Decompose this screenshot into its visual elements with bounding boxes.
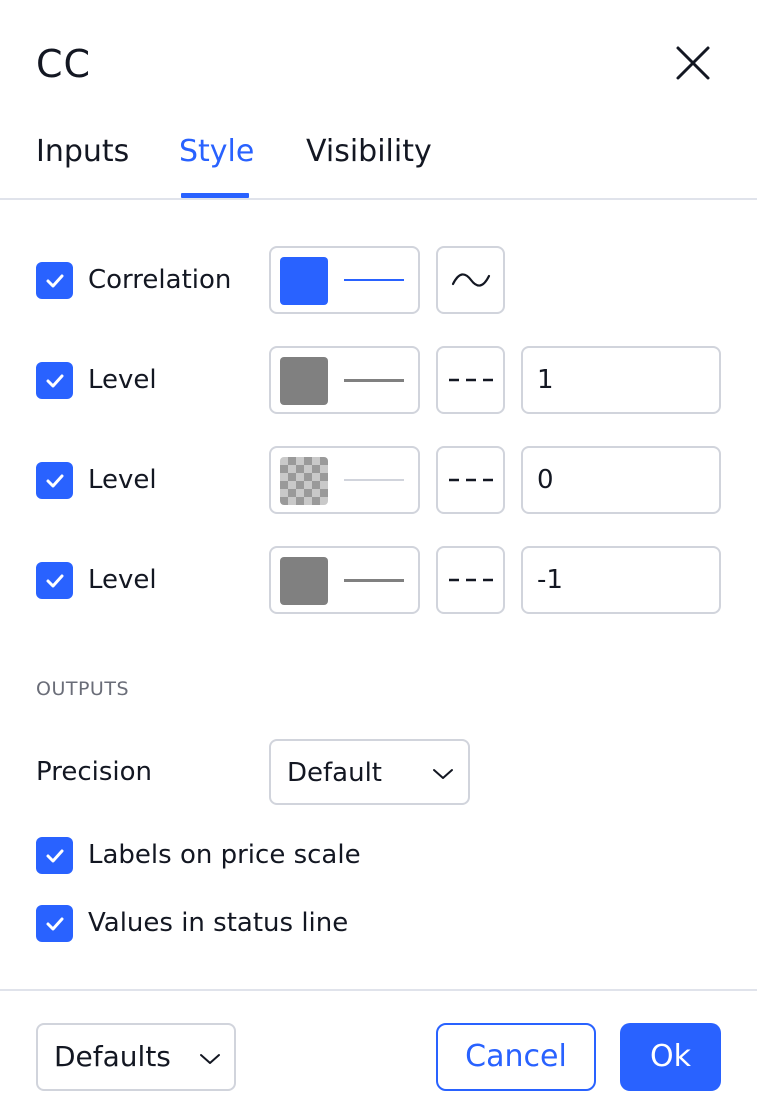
line-wave-icon [451, 273, 490, 287]
checkmark-icon [46, 374, 63, 387]
correlation-color-picker[interactable] [269, 246, 420, 314]
dashed-line-icon [448, 578, 493, 582]
level-1-color-picker[interactable] [269, 346, 420, 414]
values-in-status-line-row: Values in status line [0, 890, 757, 958]
close-icon[interactable] [672, 42, 714, 84]
level-3-label: Level [88, 565, 157, 595]
level-2-checkbox[interactable] [36, 462, 73, 499]
line-sample [344, 579, 404, 582]
plot-type-button[interactable] [436, 246, 505, 314]
ok-button[interactable]: Ok [620, 1023, 721, 1091]
checkmark-icon [46, 849, 63, 862]
precision-select[interactable]: Default [269, 739, 470, 805]
level-1-checkbox[interactable] [36, 362, 73, 399]
correlation-label: Correlation [88, 265, 232, 295]
dashed-line-icon [448, 378, 493, 382]
correlation-checkbox[interactable] [36, 262, 73, 299]
tab-style[interactable]: Style [179, 132, 254, 172]
chevron-down-icon [433, 769, 453, 779]
chevron-down-icon [200, 1054, 220, 1064]
defaults-label: Defaults [54, 1040, 171, 1073]
values-in-status-line-checkbox[interactable] [36, 905, 73, 942]
level-1-value-input[interactable]: 1 [521, 346, 721, 414]
level-3-value-input[interactable]: -1 [521, 546, 721, 614]
level-3-color-picker[interactable] [269, 546, 420, 614]
values-in-status-line-label: Values in status line [88, 908, 349, 938]
dashed-line-icon [448, 478, 493, 482]
outputs-section-title: OUTPUTS [36, 678, 129, 700]
transparent-swatch-icon [280, 457, 328, 505]
line-style-button[interactable] [436, 546, 505, 614]
precision-value: Default [287, 758, 382, 788]
checkmark-icon [46, 274, 63, 287]
color-swatch [280, 357, 328, 405]
color-swatch [280, 557, 328, 605]
tab-inputs[interactable]: Inputs [36, 132, 129, 172]
footer-divider [0, 989, 757, 991]
level-2-label: Level [88, 465, 157, 495]
line-sample [344, 379, 404, 382]
active-tab-indicator [181, 193, 249, 198]
tab-bar: Inputs Style Visibility [0, 120, 757, 200]
labels-on-price-scale-label: Labels on price scale [88, 840, 361, 870]
plot-row-level-1: Level 1 [0, 346, 757, 414]
level-2-value-input[interactable]: 0 [521, 446, 721, 514]
labels-on-price-scale-row: Labels on price scale [0, 822, 757, 890]
defaults-dropdown[interactable]: Defaults [36, 1023, 236, 1091]
level-2-color-picker[interactable] [269, 446, 420, 514]
line-sample [344, 279, 404, 281]
cancel-button[interactable]: Cancel [436, 1023, 596, 1091]
tab-visibility[interactable]: Visibility [306, 132, 432, 172]
plot-row-correlation: Correlation [0, 246, 757, 314]
checkmark-icon [46, 917, 63, 930]
line-style-button[interactable] [436, 446, 505, 514]
dialog-title: CC [36, 42, 92, 86]
plot-row-level-2: Level 0 [0, 446, 757, 514]
line-style-button[interactable] [436, 346, 505, 414]
labels-on-price-scale-checkbox[interactable] [36, 837, 73, 874]
level-1-label: Level [88, 365, 157, 395]
checkmark-icon [46, 474, 63, 487]
color-swatch [280, 257, 328, 305]
plot-row-level-3: Level -1 [0, 546, 757, 614]
checkmark-icon [46, 574, 63, 587]
precision-label: Precision [36, 757, 153, 787]
line-sample [344, 479, 404, 481]
level-3-checkbox[interactable] [36, 562, 73, 599]
